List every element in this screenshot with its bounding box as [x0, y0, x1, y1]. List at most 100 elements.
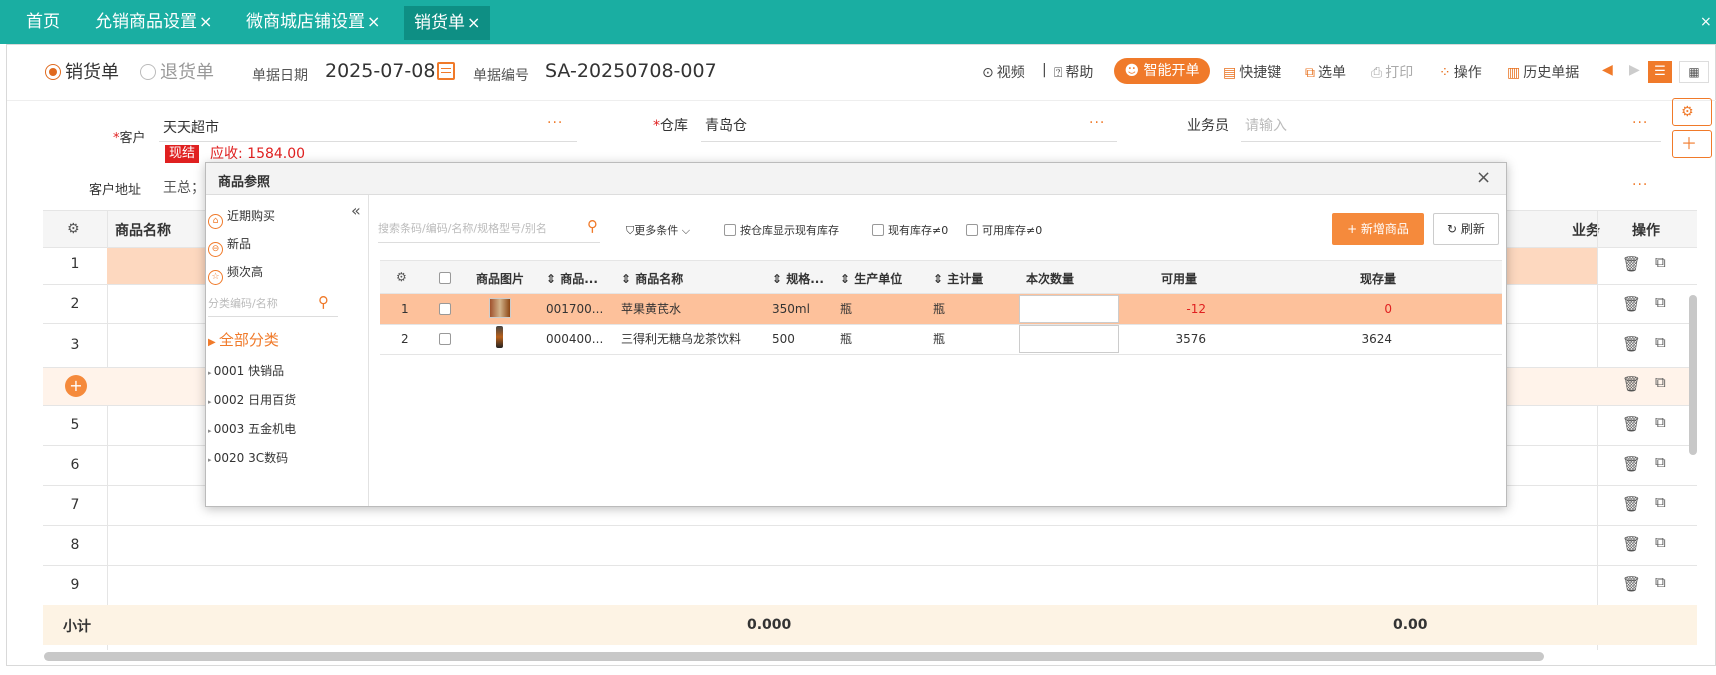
grid-settings-icon[interactable]: ⚙: [67, 221, 80, 237]
order-no-value: SA-20250708-007: [545, 60, 717, 82]
more-filters-button[interactable]: ⛉更多条件 ⌵: [626, 222, 690, 238]
address-more-icon[interactable]: ···: [1632, 177, 1648, 193]
print-button[interactable]: ⎙ 打印: [1371, 62, 1413, 82]
customer-input[interactable]: 天天超市: [163, 117, 219, 137]
close-icon[interactable]: ×: [1476, 167, 1491, 188]
horizontal-scrollbar[interactable]: [44, 652, 1544, 661]
delete-icon[interactable]: 🗑: [1622, 375, 1641, 393]
category-item[interactable]: ▸ 0020 3C数码: [208, 449, 288, 466]
date-value[interactable]: 2025-07-08: [325, 60, 435, 82]
quantity-input[interactable]: [1019, 325, 1119, 353]
product-image[interactable]: [489, 298, 511, 318]
checkbox[interactable]: [439, 333, 451, 345]
product-image[interactable]: [496, 326, 503, 348]
tab-mall-settings[interactable]: 微商城店铺设置 ×: [246, 0, 380, 44]
col-spec[interactable]: ⇕ 规格...: [772, 270, 824, 287]
delete-icon[interactable]: 🗑: [1622, 255, 1641, 273]
help-button[interactable]: ⍰ 帮助: [1054, 62, 1093, 82]
add-row-icon[interactable]: +: [65, 375, 87, 397]
search-icon[interactable]: ⚲: [587, 217, 598, 235]
filter-new-products[interactable]: ⊖ 新品: [208, 235, 251, 257]
radio-sales-order[interactable]: 销货单: [45, 61, 119, 85]
filter-available-nonzero[interactable]: 可用库存≠0: [966, 222, 1042, 238]
close-all-icon[interactable]: ×: [1700, 0, 1712, 44]
search-icon[interactable]: ⚲: [318, 293, 329, 311]
category-item[interactable]: ▸ 0003 五金机电: [208, 420, 296, 437]
smart-order-button[interactable]: ☻ 智能开单: [1114, 58, 1210, 84]
copy-row-icon[interactable]: ⧉: [1655, 333, 1666, 351]
col-code[interactable]: ⇕ 商品...: [546, 270, 598, 287]
address-label: 客户地址: [89, 183, 142, 198]
more-filters-label: 更多条件: [634, 224, 679, 237]
radio-return-order[interactable]: 退货单: [140, 61, 214, 85]
video-button[interactable]: ⊙ 视频: [982, 62, 1025, 82]
col-main-unit[interactable]: ⇕ 主计量: [933, 270, 983, 287]
salesman-more-icon[interactable]: ···: [1632, 115, 1648, 131]
checkbox[interactable]: [966, 224, 978, 236]
select-order-button[interactable]: ⧉ 选单: [1305, 62, 1346, 82]
filter-frequent[interactable]: ☆ 频次高: [208, 263, 263, 285]
settings-side-button[interactable]: ⚙: [1672, 98, 1712, 126]
copy-row-icon[interactable]: ⧉: [1655, 253, 1666, 271]
delete-icon[interactable]: 🗑: [1622, 335, 1641, 353]
calendar-icon[interactable]: [437, 62, 455, 80]
column-settings-icon[interactable]: ⚙: [396, 270, 407, 284]
column-view-icon[interactable]: ▦: [1679, 61, 1709, 83]
delete-icon[interactable]: 🗑: [1622, 295, 1641, 313]
copy-row-icon[interactable]: ⧉: [1655, 373, 1666, 391]
tab-sales-order[interactable]: 销货单 ×: [404, 6, 491, 40]
tab-close-icon[interactable]: ×: [367, 12, 380, 31]
document-icon: ▥: [1507, 65, 1521, 81]
filter-warehouse-stock[interactable]: 按仓库显示现有库存: [724, 222, 839, 238]
collapse-icon[interactable]: «: [351, 201, 361, 220]
history-button[interactable]: ▥ 历史单据: [1507, 62, 1579, 82]
delete-icon[interactable]: 🗑: [1622, 495, 1641, 513]
delete-icon[interactable]: 🗑: [1622, 535, 1641, 553]
category-item[interactable]: ▸ 0002 日用百货: [208, 391, 296, 408]
next-icon[interactable]: ▶: [1629, 62, 1640, 78]
tab-home[interactable]: 首页: [26, 0, 60, 44]
col-name[interactable]: ⇕ 商品名称: [621, 270, 683, 287]
product-name: 苹果黄芪水: [621, 302, 682, 316]
prev-icon[interactable]: ◀: [1602, 62, 1613, 78]
quantity-input[interactable]: [1019, 295, 1119, 323]
filter-stock-nonzero[interactable]: 现有库存≠0: [872, 222, 948, 238]
operations-button[interactable]: ⁘ 操作: [1439, 62, 1482, 82]
refresh-button[interactable]: ↻ 刷新: [1433, 213, 1499, 245]
category-item[interactable]: ▸ 0001 快销品: [208, 362, 284, 379]
copy-row-icon[interactable]: ⧉: [1655, 533, 1666, 551]
add-side-button[interactable]: ＋: [1672, 130, 1712, 158]
checkbox[interactable]: [872, 224, 884, 236]
warehouse-input[interactable]: 青岛仓: [705, 115, 747, 135]
category-all[interactable]: ▶ 全部分类: [208, 329, 279, 350]
copy-row-icon[interactable]: ⧉: [1655, 293, 1666, 311]
col-manufacturer-unit[interactable]: ⇕ 生产单位: [840, 270, 902, 287]
product-row-checkbox[interactable]: [439, 332, 455, 346]
select-all-checkbox[interactable]: [439, 271, 455, 285]
tab-close-icon[interactable]: ×: [467, 13, 480, 32]
copy-row-icon[interactable]: ⧉: [1655, 573, 1666, 591]
bag-icon: ⌂: [208, 214, 223, 229]
tab-close-icon[interactable]: ×: [199, 12, 212, 31]
list-view-icon[interactable]: ☰: [1648, 61, 1672, 83]
address-input[interactable]: 王总；: [163, 177, 205, 197]
shortcut-button[interactable]: ▤ 快捷键: [1223, 62, 1281, 82]
delete-icon[interactable]: 🗑: [1622, 415, 1641, 433]
copy-row-icon[interactable]: ⧉: [1655, 453, 1666, 471]
warehouse-more-icon[interactable]: ···: [1089, 115, 1105, 131]
checkbox[interactable]: [724, 224, 736, 236]
delete-icon[interactable]: 🗑: [1622, 455, 1641, 473]
copy-row-icon[interactable]: ⧉: [1655, 413, 1666, 431]
filter-recent-purchase[interactable]: ⌂ 近期购买: [208, 207, 275, 229]
tab-allowed-products[interactable]: 允销商品设置 ×: [95, 0, 212, 44]
add-product-button[interactable]: + 新增商品: [1332, 213, 1424, 245]
product-row-checkbox[interactable]: [439, 302, 455, 316]
copy-row-icon[interactable]: ⧉: [1655, 493, 1666, 511]
checkbox[interactable]: [439, 272, 451, 284]
customer-more-icon[interactable]: ···: [547, 115, 563, 131]
checkbox[interactable]: [439, 303, 451, 315]
vertical-scrollbar[interactable]: [1689, 295, 1697, 455]
delete-icon[interactable]: 🗑: [1622, 575, 1641, 593]
salesman-input[interactable]: 请输入: [1245, 115, 1287, 135]
product-search-input[interactable]: 搜索条码/编码/名称/规格型号/别名: [378, 215, 600, 243]
